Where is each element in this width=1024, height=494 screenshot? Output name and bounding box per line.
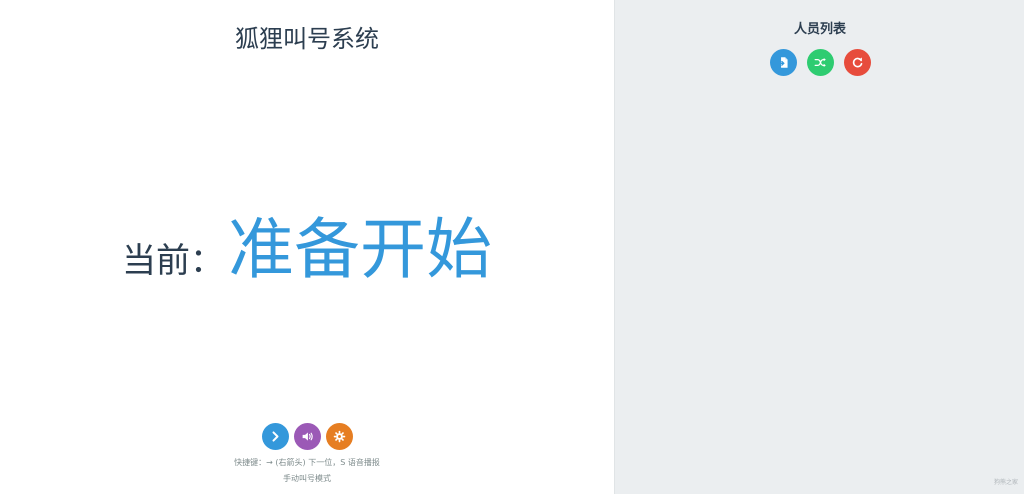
speak-button[interactable] <box>293 423 321 450</box>
main-panel: 狐狸叫号系统 当前：准备开始 快捷键：→ (右箭头) 下一位，S 语音播报 手动… <box>0 0 614 494</box>
main-controls <box>0 423 614 450</box>
sidebar-controls <box>615 49 1024 76</box>
shortcut-hint: 快捷键：→ (右箭头) 下一位，S 语音播报 <box>234 458 380 467</box>
import-button[interactable] <box>769 49 797 76</box>
settings-button[interactable] <box>325 423 353 450</box>
app-root: 狐狸叫号系统 当前：准备开始 快捷键：→ (右箭头) 下一位，S 语音播报 手动… <box>0 0 1024 494</box>
reset-button[interactable] <box>843 49 871 76</box>
shuffle-button[interactable] <box>806 49 834 76</box>
gear-icon <box>333 430 345 443</box>
current-value: 准备开始 <box>228 211 492 288</box>
sidebar-title: 人员列表 <box>793 22 846 37</box>
watermark: 狗熊之家 <box>993 479 1018 486</box>
next-button[interactable] <box>261 423 289 450</box>
person-list <box>635 90 1005 450</box>
mode-label: 手动叫号模式 <box>283 474 331 483</box>
current-label: 当前： <box>122 241 224 281</box>
volume-icon <box>302 432 313 441</box>
sidebar-panel: 人员列表 狗熊之家 <box>614 0 1024 494</box>
chevron-right-icon <box>271 431 279 442</box>
page-title: 狐狸叫号系统 <box>235 25 379 53</box>
current-display: 当前：准备开始 <box>0 196 614 292</box>
file-import-icon <box>776 57 788 68</box>
shuffle-icon <box>814 58 826 67</box>
refresh-icon <box>852 57 862 68</box>
